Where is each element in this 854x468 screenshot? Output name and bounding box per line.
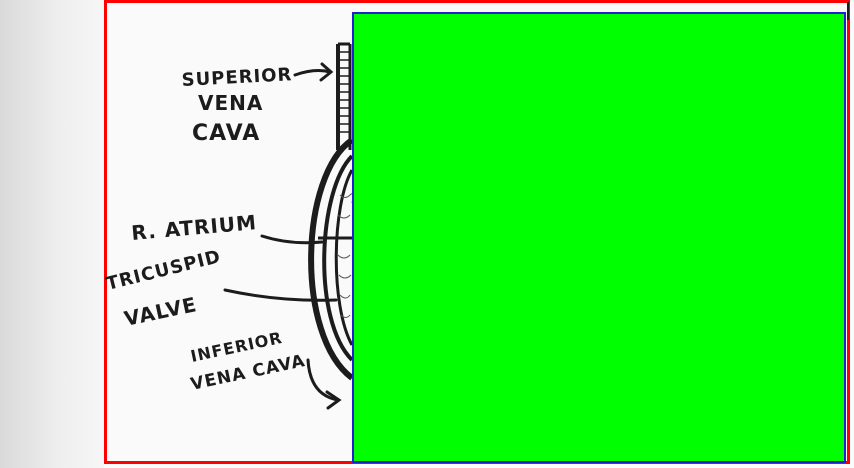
green-mask-overlay (352, 12, 846, 463)
label-inferior-vena-cava: INFERIOR VENA CAVA (189, 328, 307, 395)
heart-outline (308, 137, 354, 381)
tricuspid-line-1: TRICUSPID (104, 246, 223, 295)
label-superior-vena-cava: SUPERIOR VENA CAVA (181, 64, 293, 146)
tricuspid-pointer (223, 288, 338, 302)
diagram-stage: SUPERIOR VENA CAVA R. ATRIUM TRICUSPID V… (0, 0, 854, 468)
ivc-arrow (306, 358, 340, 402)
svc-line-2: VENA (198, 91, 263, 115)
superior-vena-cava-vessel (336, 42, 352, 150)
svc-line-1: SUPERIOR (181, 64, 293, 91)
tricuspid-line-2: VALVE (122, 292, 199, 331)
label-tricuspid-valve: TRICUSPID VALVE (104, 246, 223, 331)
svc-line-3: CAVA (192, 121, 260, 146)
svc-arrow (293, 69, 332, 77)
label-right-atrium: R. ATRIUM (130, 210, 258, 245)
